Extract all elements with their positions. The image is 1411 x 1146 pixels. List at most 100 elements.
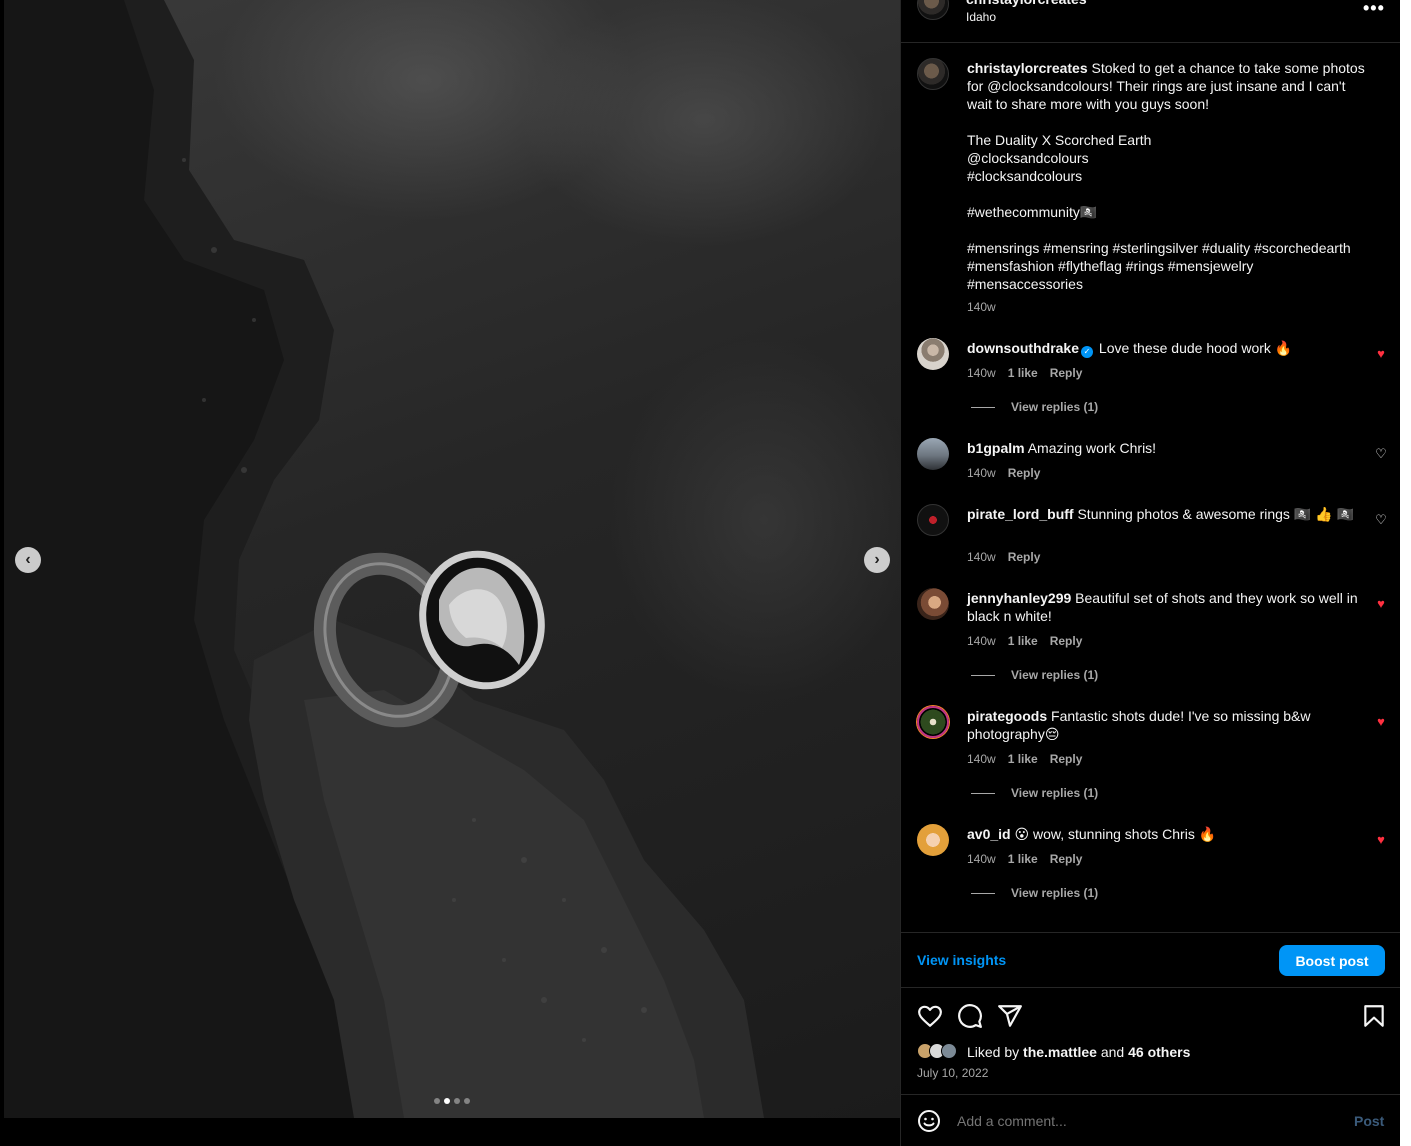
comment-likes[interactable]: 1 like (1008, 852, 1038, 866)
view-replies-button[interactable]: View replies (1) (971, 886, 1098, 900)
view-replies-label: View replies (1) (1011, 886, 1099, 900)
view-replies-label: View replies (1) (1011, 786, 1099, 800)
comment-body: av0_id 😮 wow, stunning shots Chris 🔥 (967, 825, 1367, 843)
slide-dot (464, 1098, 470, 1104)
comment-input[interactable] (957, 1113, 1317, 1129)
caption-time[interactable]: 140w (967, 300, 996, 314)
caption-hashtag[interactable]: #clocksandcolours (967, 167, 1367, 185)
heart-filled-icon: ♥ (1377, 346, 1385, 361)
comment-like-button[interactable]: ♥ (1374, 715, 1388, 729)
caption-line: The Duality X Scorched Earth (967, 132, 1152, 148)
previous-slide-button[interactable]: ‹ (15, 547, 41, 573)
comment-likes[interactable]: 1 like (1008, 634, 1038, 648)
liker-avatars[interactable] (917, 1043, 967, 1061)
comment-time[interactable]: 140w (967, 852, 996, 866)
reply-button[interactable]: Reply (1050, 366, 1083, 380)
slide-indicator (434, 1098, 470, 1104)
caption-meta: 140w (967, 300, 996, 314)
caption-username[interactable]: christaylorcreates (967, 60, 1088, 76)
smiley-icon[interactable] (917, 1109, 941, 1133)
comment-text: Amazing work Chris! (1027, 440, 1157, 456)
commenter-username[interactable]: b1gpalm (967, 440, 1025, 456)
paper-plane-icon[interactable] (997, 1003, 1023, 1029)
post-photo (4, 0, 764, 1118)
post-header: christaylorcreates Idaho ••• (901, 0, 1401, 43)
reply-button[interactable]: Reply (1050, 752, 1083, 766)
heart-outline-icon: ♡ (1375, 512, 1387, 527)
comment-body: downsouthdrake ✓ Love these dude hood wor… (967, 339, 1367, 358)
heart-filled-icon: ♥ (1377, 714, 1385, 729)
replies-line (971, 406, 995, 408)
view-replies-label: View replies (1) (1011, 400, 1099, 414)
commenter-avatar[interactable] (917, 706, 949, 738)
caption-avatar[interactable] (917, 58, 949, 90)
post-comment-button[interactable]: Post (1354, 1113, 1384, 1129)
commenter-username[interactable]: downsouthdrake (967, 340, 1079, 356)
commenter-username[interactable]: pirategoods (967, 708, 1047, 724)
comment-meta: 140w 1 like Reply (967, 366, 1082, 380)
reply-button[interactable]: Reply (1008, 466, 1041, 480)
comment-likes[interactable]: 1 like (1008, 752, 1038, 766)
comment-like-button[interactable]: ♡ (1374, 447, 1388, 461)
replies-line (971, 674, 995, 676)
comment-time[interactable]: 140w (967, 466, 996, 480)
heart-outline-icon: ♡ (1375, 446, 1387, 461)
comment-time[interactable]: 140w (967, 366, 996, 380)
author-username[interactable]: christaylorcreates (966, 0, 1087, 7)
comment-like-button[interactable]: ♥ (1374, 597, 1388, 611)
post-date[interactable]: July 10, 2022 (917, 1066, 988, 1080)
verified-badge-icon: ✓ (1081, 346, 1094, 358)
comment-meta: 140w 1 like Reply (967, 852, 1082, 866)
bookmark-icon[interactable] (1361, 1003, 1387, 1029)
caption-hashtags[interactable]: #mensrings #mensring #sterlingsilver #du… (967, 239, 1367, 293)
liker-username[interactable]: the.mattlee (1023, 1044, 1097, 1060)
heart-filled-icon: ♥ (1377, 832, 1385, 847)
caption-mention[interactable]: @clocksandcolours (967, 149, 1367, 167)
author-avatar[interactable] (917, 0, 949, 20)
heart-outline-icon[interactable] (917, 1003, 943, 1029)
post-location[interactable]: Idaho (966, 10, 996, 24)
commenter-avatar[interactable] (917, 824, 949, 856)
comment-like-button[interactable]: ♡ (1374, 513, 1388, 527)
next-slide-button[interactable]: › (864, 547, 890, 573)
commenter-avatar[interactable] (917, 438, 949, 470)
comment-text: Stunning photos & awesome rings 🏴‍☠️ 👍 🏴… (1077, 506, 1354, 522)
likes-others[interactable]: 46 others (1128, 1044, 1190, 1060)
likes-and: and (1100, 1044, 1125, 1060)
commenter-username[interactable]: jennyhanley299 (967, 590, 1071, 606)
comment-time[interactable]: 140w (967, 634, 996, 648)
view-insights-link[interactable]: View insights (917, 952, 1006, 968)
more-options-button[interactable]: ••• (1363, 0, 1385, 19)
comment-likes[interactable]: 1 like (1008, 366, 1038, 380)
comment-bubble-icon[interactable] (957, 1003, 983, 1029)
comment-like-button[interactable]: ♥ (1374, 347, 1388, 361)
window-edge (1400, 0, 1411, 1146)
comment-time[interactable]: 140w (967, 550, 996, 564)
comment-time[interactable]: 140w (967, 752, 996, 766)
chevron-right-icon: › (874, 551, 880, 568)
comment-text: Love these dude hood work 🔥 (1098, 340, 1293, 356)
comment-meta: 140w Reply (967, 550, 1040, 564)
post-actions (901, 1000, 1401, 1030)
comment-body: pirate_lord_buff Stunning photos & aweso… (967, 505, 1367, 523)
boost-post-button[interactable]: Boost post (1279, 945, 1385, 976)
reply-button[interactable]: Reply (1050, 634, 1083, 648)
view-replies-button[interactable]: View replies (1) (971, 668, 1098, 682)
view-replies-button[interactable]: View replies (1) (971, 400, 1098, 414)
commenter-avatar[interactable] (917, 504, 949, 536)
heart-filled-icon: ♥ (1377, 596, 1385, 611)
comment-like-button[interactable]: ♥ (1374, 833, 1388, 847)
commenter-avatar[interactable] (917, 588, 949, 620)
comment-body: b1gpalm Amazing work Chris! (967, 439, 1367, 457)
view-replies-button[interactable]: View replies (1) (971, 786, 1098, 800)
reply-button[interactable]: Reply (1050, 852, 1083, 866)
likes-prefix: Liked by (967, 1044, 1020, 1060)
reply-button[interactable]: Reply (1008, 550, 1041, 564)
commenter-username[interactable]: av0_id (967, 826, 1011, 842)
caption-hashtag[interactable]: #wethecommunity🏴‍☠️ (967, 203, 1367, 221)
post-media[interactable]: ‹ › (4, 0, 900, 1118)
commenter-username[interactable]: pirate_lord_buff (967, 506, 1074, 522)
commenter-avatar[interactable] (917, 338, 949, 370)
comment-meta: 140w 1 like Reply (967, 752, 1082, 766)
insights-bar: View insights Boost post (901, 932, 1401, 988)
